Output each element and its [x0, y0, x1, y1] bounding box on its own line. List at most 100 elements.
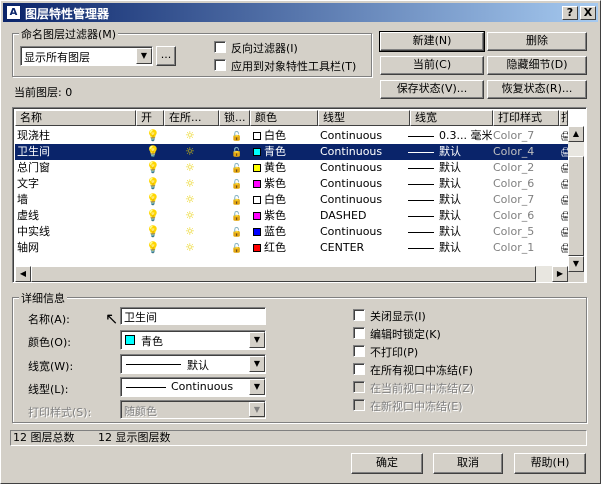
- sun-icon[interactable]: ☼: [185, 160, 199, 176]
- col-header-plot[interactable]: 打: [559, 110, 568, 126]
- sun-icon[interactable]: ☼: [185, 208, 199, 224]
- sun-icon[interactable]: ☼: [185, 192, 199, 208]
- table-row[interactable]: 轴网💡☼🔓红色CENTER默认Color_1🖨: [15, 240, 570, 257]
- cancel-button[interactable]: 取消: [433, 453, 503, 474]
- scroll-up-arrow-icon[interactable]: ▲: [568, 126, 584, 142]
- layer-lineweight[interactable]: 默认: [408, 176, 493, 192]
- layer-color[interactable]: 白色: [253, 192, 317, 208]
- hide-details-button[interactable]: 隐藏细节(D): [487, 56, 587, 75]
- table-row[interactable]: 中实线💡☼🔓蓝色Continuous默认Color_5🖨: [15, 224, 570, 241]
- horizontal-scrollbar[interactable]: ◀ ▶: [15, 266, 568, 282]
- layer-linetype[interactable]: Continuous: [320, 144, 408, 160]
- layer-lineweight[interactable]: 默认: [408, 160, 493, 176]
- bulb-icon[interactable]: 💡: [146, 128, 160, 144]
- layer-color[interactable]: 蓝色: [253, 224, 317, 240]
- bulb-icon[interactable]: 💡: [146, 192, 160, 208]
- sun-icon[interactable]: ☼: [185, 240, 199, 256]
- table-row[interactable]: 文字💡☼🔓紫色Continuous默认Color_6🖨: [15, 176, 570, 193]
- layer-lineweight[interactable]: 默认: [408, 208, 493, 224]
- layer-color[interactable]: 白色: [253, 128, 317, 144]
- delete-layer-button[interactable]: 删除: [487, 32, 587, 51]
- lock-checkbox[interactable]: [353, 327, 365, 339]
- noplot-checkbox[interactable]: [353, 345, 365, 357]
- layer-linetype[interactable]: Continuous: [320, 192, 408, 208]
- lock-icon[interactable]: 🔓: [231, 160, 245, 177]
- lock-icon[interactable]: 🔓: [231, 128, 245, 145]
- layer-linetype[interactable]: Continuous: [320, 176, 408, 192]
- sun-icon[interactable]: ☼: [185, 224, 199, 240]
- help-title-button[interactable]: ?: [562, 6, 578, 20]
- new-layer-button[interactable]: 新建(N): [379, 31, 485, 52]
- scroll-right-arrow-icon[interactable]: ▶: [552, 266, 568, 282]
- lineweight-dropdown-arrow[interactable]: ▼: [249, 356, 265, 372]
- col-header-color[interactable]: 颜色: [250, 110, 318, 126]
- scroll-left-arrow-icon[interactable]: ◀: [15, 266, 31, 282]
- name-field[interactable]: 卫生间: [120, 307, 266, 325]
- layer-lineweight[interactable]: 0.3... 毫米: [408, 128, 493, 144]
- layer-lineweight[interactable]: 默认: [408, 224, 493, 240]
- layer-linetype[interactable]: CENTER: [320, 240, 408, 256]
- bulb-icon[interactable]: 💡: [146, 176, 160, 192]
- table-row[interactable]: 卫生间💡☼🔓青色Continuous默认Color_4🖨: [15, 144, 570, 161]
- save-state-button[interactable]: 保存状态(V)...: [380, 80, 484, 99]
- layer-color[interactable]: 紫色: [253, 176, 317, 192]
- layer-lineweight[interactable]: 默认: [408, 240, 493, 256]
- col-header-lock[interactable]: 锁...: [219, 110, 250, 126]
- off-checkbox[interactable]: [353, 309, 365, 321]
- linetype-dropdown-arrow[interactable]: ▼: [249, 379, 265, 395]
- invert-filter-checkbox[interactable]: [214, 41, 226, 53]
- table-row[interactable]: 墙💡☼🔓白色Continuous默认Color_7🖨: [15, 192, 570, 209]
- scroll-down-arrow-icon[interactable]: ▼: [568, 256, 584, 272]
- ok-button[interactable]: 确定: [351, 453, 423, 474]
- layer-list[interactable]: 名称 开 在所... 锁... 颜色 线型 线宽 打印样式 打 现浇柱 💡 ☼ 🔓 白色…: [12, 107, 587, 283]
- color-select[interactable]: 青色: [120, 330, 266, 350]
- layer-color[interactable]: 红色: [253, 240, 317, 256]
- layer-lineweight[interactable]: 默认: [408, 192, 493, 208]
- filter-more-button[interactable]: ...: [156, 46, 176, 66]
- close-title-button[interactable]: X: [580, 6, 596, 20]
- restore-state-button[interactable]: 恢复状态(R)...: [487, 80, 587, 99]
- col-header-lineweight[interactable]: 线宽: [410, 110, 493, 126]
- bulb-icon[interactable]: 💡: [146, 240, 160, 256]
- sun-icon[interactable]: ☼: [185, 176, 199, 192]
- col-header-plotstyle[interactable]: 打印样式: [493, 110, 559, 126]
- filter-select[interactable]: 显示所有图层: [20, 46, 153, 66]
- lock-icon[interactable]: 🔓: [231, 208, 245, 225]
- col-header-linetype[interactable]: 线型: [318, 110, 410, 126]
- bulb-icon[interactable]: 💡: [146, 224, 160, 240]
- set-current-button[interactable]: 当前(C): [380, 56, 484, 75]
- sun-icon[interactable]: ☼: [185, 144, 199, 160]
- freeze-all-checkbox[interactable]: [353, 363, 365, 375]
- vertical-scrollbar[interactable]: ▲ ▼: [568, 126, 584, 272]
- layer-linetype[interactable]: Continuous: [320, 128, 408, 144]
- linetype-select[interactable]: Continuous: [120, 377, 266, 397]
- layer-color[interactable]: 青色: [253, 144, 317, 160]
- lock-icon[interactable]: 🔓: [231, 144, 245, 161]
- col-header-on[interactable]: 开: [136, 110, 164, 126]
- layer-color[interactable]: 黄色: [253, 160, 317, 176]
- table-row[interactable]: 虚线💡☼🔓紫色DASHED默认Color_6🖨: [15, 208, 570, 225]
- lock-icon[interactable]: 🔓: [231, 192, 245, 209]
- lock-icon[interactable]: 🔓: [231, 176, 245, 193]
- lineweight-select[interactable]: 默认: [120, 354, 266, 374]
- bulb-icon[interactable]: 💡: [146, 144, 160, 160]
- help-button[interactable]: 帮助(H): [514, 453, 586, 474]
- layer-lineweight[interactable]: 默认: [408, 144, 493, 160]
- lock-icon[interactable]: 🔓: [231, 240, 245, 257]
- layer-linetype[interactable]: Continuous: [320, 160, 408, 176]
- layer-linetype[interactable]: Continuous: [320, 224, 408, 240]
- vertical-scroll-thumb[interactable]: [568, 156, 584, 256]
- col-header-freeze[interactable]: 在所...: [164, 110, 219, 126]
- col-header-name[interactable]: 名称: [15, 110, 136, 126]
- layer-color[interactable]: 紫色: [253, 208, 317, 224]
- layer-linetype[interactable]: DASHED: [320, 208, 408, 224]
- sun-icon[interactable]: ☼: [185, 128, 199, 144]
- apply-toolbar-checkbox[interactable]: [214, 59, 226, 71]
- horizontal-scroll-thumb[interactable]: [31, 266, 536, 282]
- filter-dropdown-arrow[interactable]: ▼: [136, 48, 152, 64]
- table-row[interactable]: 总门窗💡☼🔓黄色Continuous默认Color_2🖨: [15, 160, 570, 177]
- lock-icon[interactable]: 🔓: [231, 224, 245, 241]
- color-dropdown-arrow[interactable]: ▼: [249, 332, 265, 348]
- bulb-icon[interactable]: 💡: [146, 208, 160, 224]
- table-row[interactable]: 现浇柱💡☼🔓白色Continuous0.3... 毫米Color_7🖨: [15, 128, 570, 145]
